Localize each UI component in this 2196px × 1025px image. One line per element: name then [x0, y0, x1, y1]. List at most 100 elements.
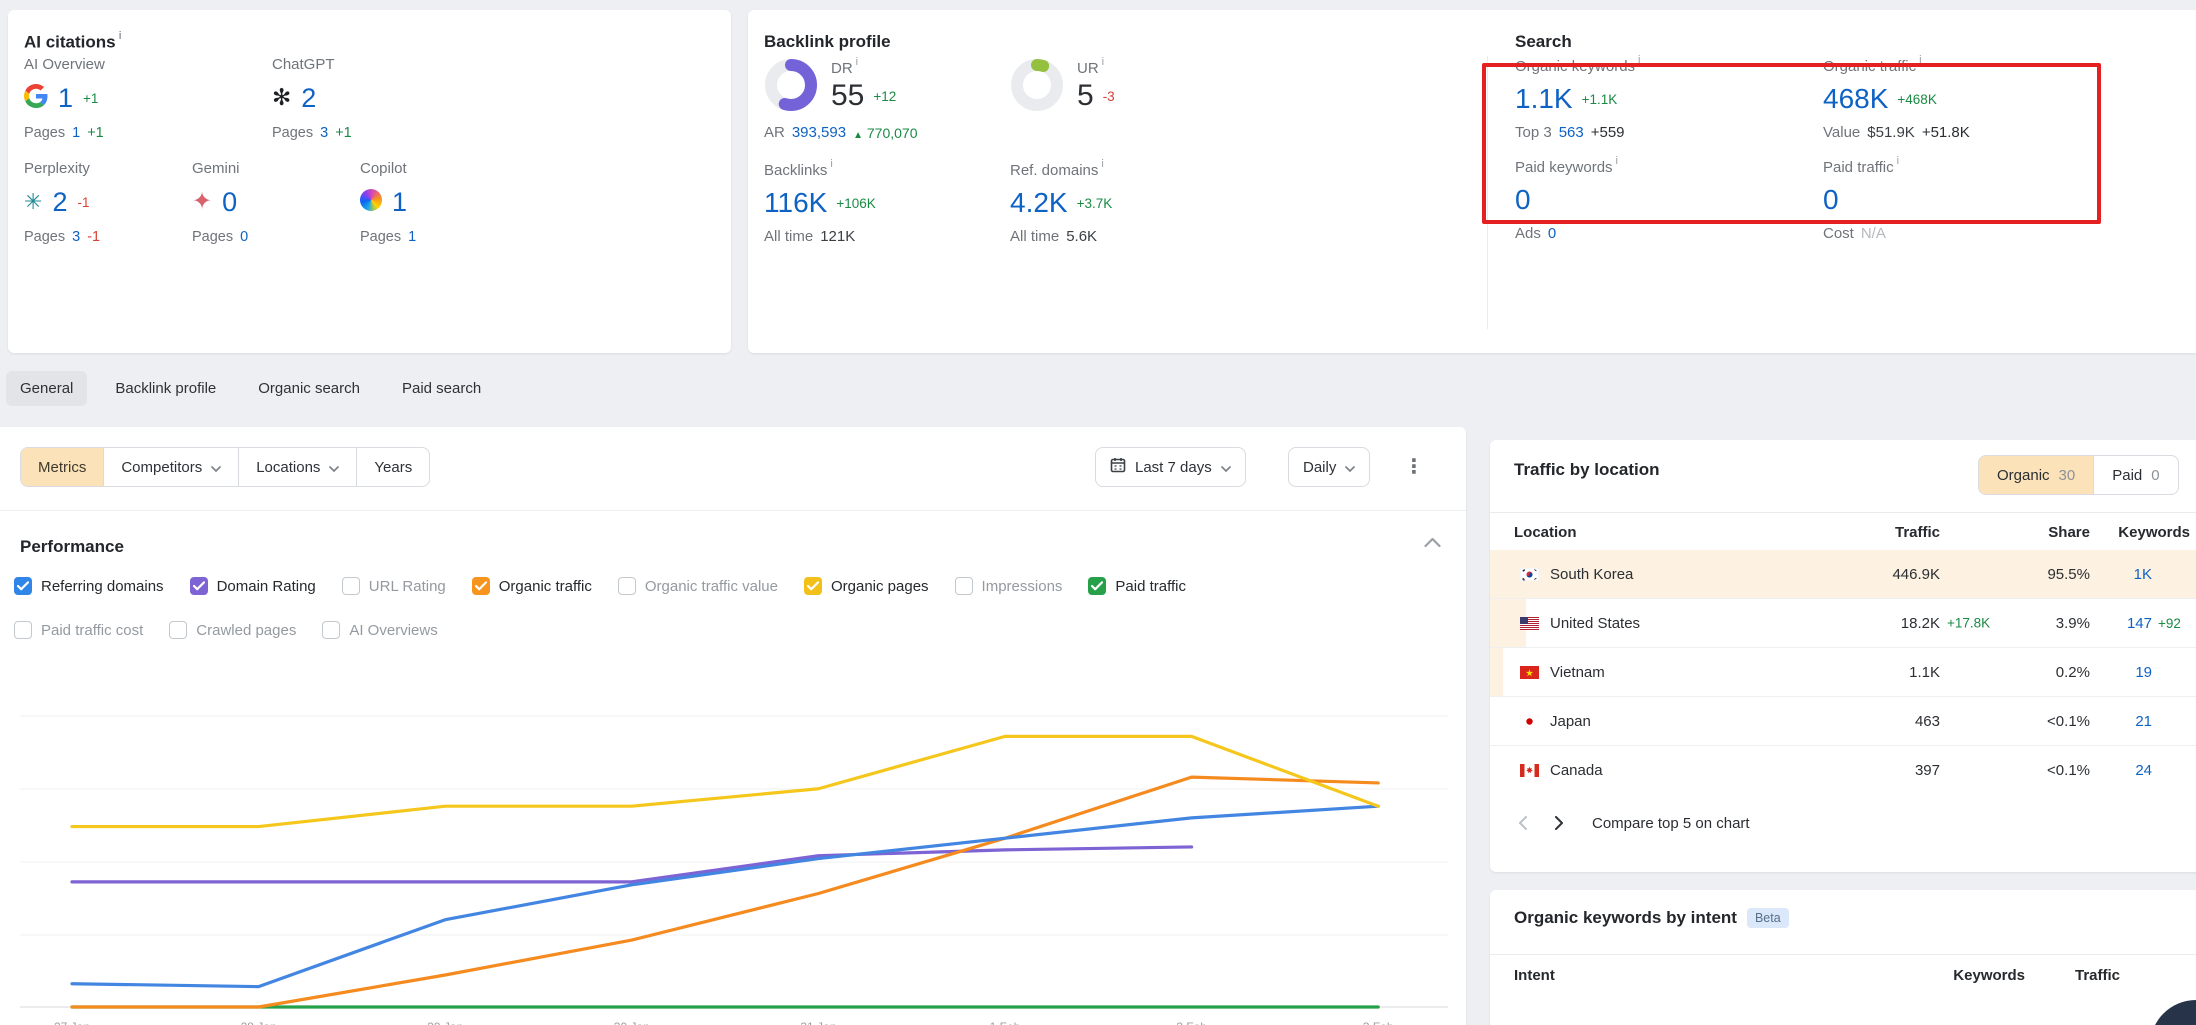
pages-delta: +1	[335, 125, 352, 141]
info-icon[interactable]: i	[856, 56, 858, 68]
x-axis-label: 27 Jan	[54, 1020, 90, 1025]
location-table-header: Location Traffic Share Keywords	[1490, 512, 2196, 551]
ai-panel-label: ChatGPT	[272, 56, 520, 73]
granularity-button[interactable]: Daily	[1288, 447, 1370, 487]
chevron-up-icon[interactable]	[1424, 535, 1441, 553]
pages-value[interactable]: 3	[72, 229, 80, 245]
performance-title: Performance	[20, 537, 124, 557]
share-cell: 95.5%	[1940, 566, 2090, 583]
pages-value[interactable]: 1	[72, 125, 80, 141]
intent-title: Organic keywords by intent	[1514, 908, 1737, 928]
chevron-down-icon	[329, 459, 339, 476]
toggle-organic[interactable]: Organic30	[1979, 456, 2093, 494]
keywords-link[interactable]: 19	[2135, 664, 2152, 681]
metric-label: URL Rating	[369, 578, 446, 595]
filter-button-competitors[interactable]: Competitors	[103, 448, 238, 486]
filter-button-locations[interactable]: Locations	[238, 448, 356, 486]
tab-general[interactable]: General	[6, 371, 87, 406]
tab-backlink-profile[interactable]: Backlink profile	[101, 371, 230, 406]
ai-panel-value-row: ✳2-1	[24, 188, 192, 216]
copilot-icon	[360, 189, 382, 216]
backlink-stats-row: Backlinksi116K+106KAll time121KRef. doma…	[764, 160, 1256, 245]
metric-label: Domain Rating	[217, 578, 316, 595]
stat-sub-blue[interactable]: 0	[1548, 225, 1556, 242]
metric-checkbox-impressions[interactable]: Impressions	[955, 577, 1063, 595]
pages-label: Pages	[24, 125, 65, 141]
share-cell: 0.2%	[1940, 664, 2090, 681]
stat-subline: All time 5.6K	[1010, 228, 1256, 245]
stat-sub-gray: All time	[1010, 228, 1059, 245]
chevron-left-icon[interactable]	[1518, 816, 1527, 830]
ai-panel-value-row: ✻2	[272, 84, 520, 112]
keywords-link[interactable]: 1K	[2134, 566, 2152, 583]
keywords-link[interactable]: 21	[2135, 713, 2152, 730]
dr-delta: +12	[873, 89, 896, 104]
table-row-south-korea[interactable]: South Korea446.9K95.5%1K	[1490, 550, 2196, 598]
filter-button-metrics[interactable]: Metrics	[21, 448, 103, 486]
ai-panel-value: 2	[52, 187, 67, 218]
metric-checkbox-crawled-pages[interactable]: Crawled pages	[169, 621, 296, 639]
checkbox-icon	[804, 577, 822, 595]
pages-value[interactable]: 1	[408, 229, 416, 245]
traffic-cell: 1.1K	[1830, 664, 1940, 681]
metric-checkbox-organic-traffic[interactable]: Organic traffic	[472, 577, 592, 595]
table-row-canada[interactable]: Canada397<0.1%24	[1490, 745, 2196, 794]
tab-organic-search[interactable]: Organic search	[244, 371, 374, 406]
pages-value[interactable]: 3	[320, 125, 328, 141]
stat-value[interactable]: 116K	[764, 187, 827, 219]
stat-value[interactable]: 4.2K	[1010, 187, 1068, 219]
table-row-vietnam[interactable]: Vietnam 1.1K0.2% 19	[1490, 647, 2196, 696]
toggle-paid[interactable]: Paid0	[2093, 456, 2177, 494]
red-annotation-box	[1482, 63, 2101, 224]
ar-value[interactable]: 393,593	[792, 124, 846, 141]
filter-button-years[interactable]: Years	[356, 448, 429, 486]
location-name: Vietnam	[1550, 664, 1605, 681]
metric-checkbox-paid-traffic-cost[interactable]: Paid traffic cost	[14, 621, 143, 639]
beta-badge: Beta	[1747, 908, 1789, 928]
pages-value[interactable]: 0	[240, 229, 248, 245]
url-rating-block: URi 5-3	[1010, 58, 1115, 113]
metric-checkbox-referring-domains[interactable]: Referring domains	[14, 577, 164, 595]
checkbox-icon	[1088, 577, 1106, 595]
info-icon[interactable]: i	[830, 158, 832, 170]
gemini-icon: ✦	[192, 190, 212, 214]
location-cell: United States	[1490, 615, 1830, 632]
tab-paid-search[interactable]: Paid search	[388, 371, 495, 406]
stat-subline: All time121K	[764, 228, 1010, 245]
filter-button-label: Locations	[256, 459, 320, 476]
backlink-profile-title: Backlink profile	[764, 32, 891, 52]
stat-sub-gray: Cost	[1823, 225, 1854, 242]
domain-rating-block: DRi 55+12	[764, 58, 896, 113]
info-icon[interactable]: i	[1101, 158, 1103, 170]
keywords-link[interactable]: 147	[2127, 615, 2152, 632]
table-row-japan[interactable]: Japan463<0.1%21	[1490, 696, 2196, 745]
stat-sub-dark: 5.6K	[1066, 228, 1097, 245]
metric-checkbox-url-rating[interactable]: URL Rating	[342, 577, 446, 595]
performance-line-chart: 27 Jan28 Jan29 Jan30 Jan31 Jan1 Feb2 Feb…	[0, 657, 1466, 1025]
keywords-link[interactable]: 24	[2135, 762, 2152, 779]
info-icon[interactable]: i	[1102, 56, 1104, 68]
ai-panel-label: AI Overview	[24, 56, 272, 73]
chevron-right-icon[interactable]	[1555, 816, 1564, 830]
metric-checkbox-paid-traffic[interactable]: Paid traffic	[1088, 577, 1186, 595]
metric-checkbox-organic-pages[interactable]: Organic pages	[804, 577, 929, 595]
x-axis-label: 2 Feb	[1176, 1020, 1207, 1025]
info-icon[interactable]: i	[119, 30, 122, 42]
date-range-button[interactable]: Last 7 days	[1095, 447, 1246, 487]
metric-checkbox-organic-traffic-value[interactable]: Organic traffic value	[618, 577, 778, 595]
pages-label: Pages	[24, 229, 65, 245]
metric-label: Paid traffic	[1115, 578, 1186, 595]
table-row-united-states[interactable]: United States18.2K+17.8K3.9%147+92	[1490, 598, 2196, 647]
dr-value: 55	[831, 79, 864, 113]
metric-checkbox-domain-rating[interactable]: Domain Rating	[190, 577, 316, 595]
ai-panel-perplexity: Perplexity✳2-1Pages3-1	[24, 160, 192, 245]
column-keywords: Keywords	[2090, 524, 2190, 541]
column-intent: Intent	[1490, 967, 1915, 984]
stat-sub-gray: Ads	[1515, 225, 1541, 242]
x-axis-label: 30 Jan	[614, 1020, 650, 1025]
ai-panel-value: 1	[392, 187, 407, 218]
kebab-menu-icon[interactable]: ⋮	[1404, 451, 1424, 483]
metric-label: Referring domains	[41, 578, 164, 595]
metric-checkbox-ai-overviews[interactable]: AI Overviews	[322, 621, 437, 639]
stat-value-row: 4.2K+3.7K	[1010, 187, 1256, 219]
